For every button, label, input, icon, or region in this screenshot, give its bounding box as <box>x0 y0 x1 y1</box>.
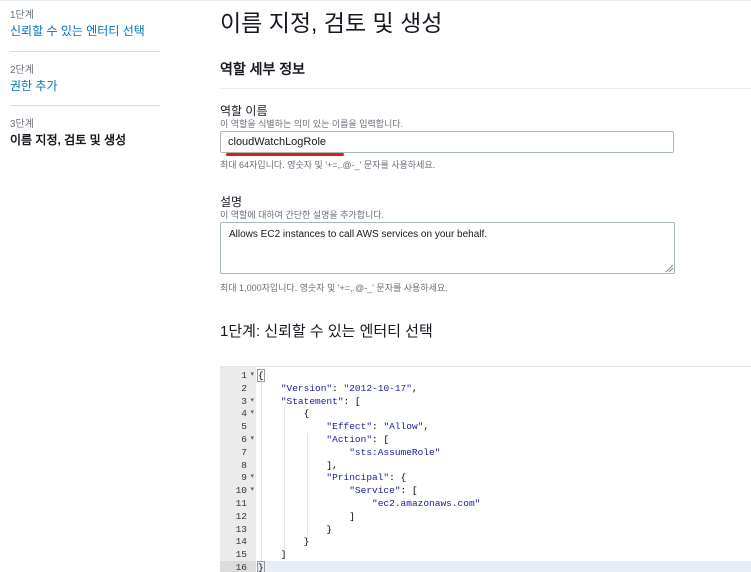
fold-toggle-icon[interactable]: ▾ <box>250 471 254 484</box>
step-1-number: 1단계 <box>10 10 34 21</box>
role-details-heading: 역할 세부 정보 <box>220 61 306 77</box>
line-number: 5 <box>241 421 247 433</box>
line-number: 13 <box>235 523 247 535</box>
wizard-steps-sidebar: 1단계 신뢰할 수 있는 엔터티 선택 2단계 권한 추가 3단계 이름 지정,… <box>0 0 170 571</box>
line-number: 4 ▾ <box>241 407 254 420</box>
trust-policy-code-editor[interactable]: 1 ▾ 2 3 ▾ 4 ▾ 5 6 ▾ 7 8 9 ▾ 10 ▾ 11 12 13 14 15 16 { "Version… <box>220 366 751 572</box>
line-number: 3 ▾ <box>241 395 254 408</box>
fold-toggle-icon[interactable]: ▾ <box>250 369 254 382</box>
code-line[interactable]: { <box>258 407 751 420</box>
code-line[interactable]: ], <box>258 459 751 472</box>
line-number: 15 <box>235 549 247 561</box>
line-number: 11 <box>235 498 247 509</box>
line-number: 8 <box>241 459 247 471</box>
code-line[interactable]: "Version": "2012-10-17", <box>258 382 751 395</box>
fold-toggle-icon[interactable]: ▾ <box>250 407 254 420</box>
wizard-step-1[interactable]: 1단계 신뢰할 수 있는 엔터티 선택 <box>10 10 160 39</box>
fold-toggle-icon[interactable]: ▾ <box>250 395 254 408</box>
step-1-link[interactable]: 신뢰할 수 있는 엔터티 선택 <box>10 24 160 39</box>
wizard-step-2[interactable]: 2단계 권한 추가 <box>10 65 160 94</box>
code-line[interactable]: "Statement": [ <box>258 395 751 408</box>
code-line[interactable]: "Effect": "Allow", <box>258 420 751 433</box>
fold-toggle-icon[interactable]: ▾ <box>250 484 254 497</box>
section-divider <box>220 88 751 89</box>
line-number: 10 ▾ <box>235 484 254 497</box>
code-line[interactable]: "Service": [ <box>258 484 751 497</box>
step-3-number: 3단계 <box>10 119 34 130</box>
step-2-link[interactable]: 권한 추가 <box>10 79 160 94</box>
description-textarea[interactable]: Allows EC2 instances to call AWS service… <box>220 222 675 274</box>
code-line[interactable]: } <box>258 523 751 536</box>
line-number: 2 <box>241 382 247 394</box>
code-line[interactable]: ] <box>258 548 751 561</box>
line-number: 9 ▾ <box>241 471 254 484</box>
role-name-description: 이 역할을 식별하는 의미 있는 이름을 입력합니다. <box>220 119 404 129</box>
code-line[interactable]: "ec2.amazonaws.com" <box>258 497 751 510</box>
code-line[interactable]: "Action": [ <box>258 433 751 446</box>
step1-review-heading: 1단계: 신뢰할 수 있는 엔터티 선택 <box>220 323 433 340</box>
line-number: 16 <box>220 561 256 572</box>
step-divider <box>10 105 160 106</box>
code-line[interactable]: "sts:AssumeRole" <box>258 446 751 459</box>
description-hint: 최대 1,000자입니다. 영숫자 및 '+=,.@-_' 문자를 사용하세요. <box>220 283 448 293</box>
code-line[interactable]: } <box>257 561 751 572</box>
role-name-input[interactable] <box>220 131 674 153</box>
description-help-text: 이 역할에 대하여 간단한 설명을 추가합니다. <box>220 210 385 220</box>
step-2-number: 2단계 <box>10 65 34 76</box>
code-line[interactable]: { <box>257 369 751 382</box>
line-number: 12 <box>235 510 247 522</box>
code-line[interactable]: "Principal": { <box>258 471 751 484</box>
page-title: 이름 지정, 검토 및 생성 <box>220 10 443 36</box>
annotation-underline <box>226 153 344 156</box>
line-number: 7 <box>241 446 247 458</box>
editor-gutter: 1 ▾ 2 3 ▾ 4 ▾ 5 6 ▾ 7 8 9 ▾ 10 ▾ 11 12 13 14 15 16 <box>220 367 256 572</box>
wizard-step-3: 3단계 이름 지정, 검토 및 생성 <box>10 119 160 148</box>
code-line[interactable]: ] <box>258 510 751 523</box>
line-number: 1 ▾ <box>241 369 254 382</box>
role-name-hint: 최대 64자입니다. 영숫자 및 '+=,.@-_' 문자를 사용하세요. <box>220 160 436 170</box>
step-3-current-label: 이름 지정, 검토 및 생성 <box>10 133 127 147</box>
code-line[interactable]: } <box>258 535 751 548</box>
step-divider <box>10 51 160 52</box>
line-number: 6 ▾ <box>241 433 254 446</box>
fold-toggle-icon[interactable]: ▾ <box>250 433 254 446</box>
line-number: 14 <box>235 536 247 548</box>
resize-handle-icon[interactable] <box>664 263 674 273</box>
